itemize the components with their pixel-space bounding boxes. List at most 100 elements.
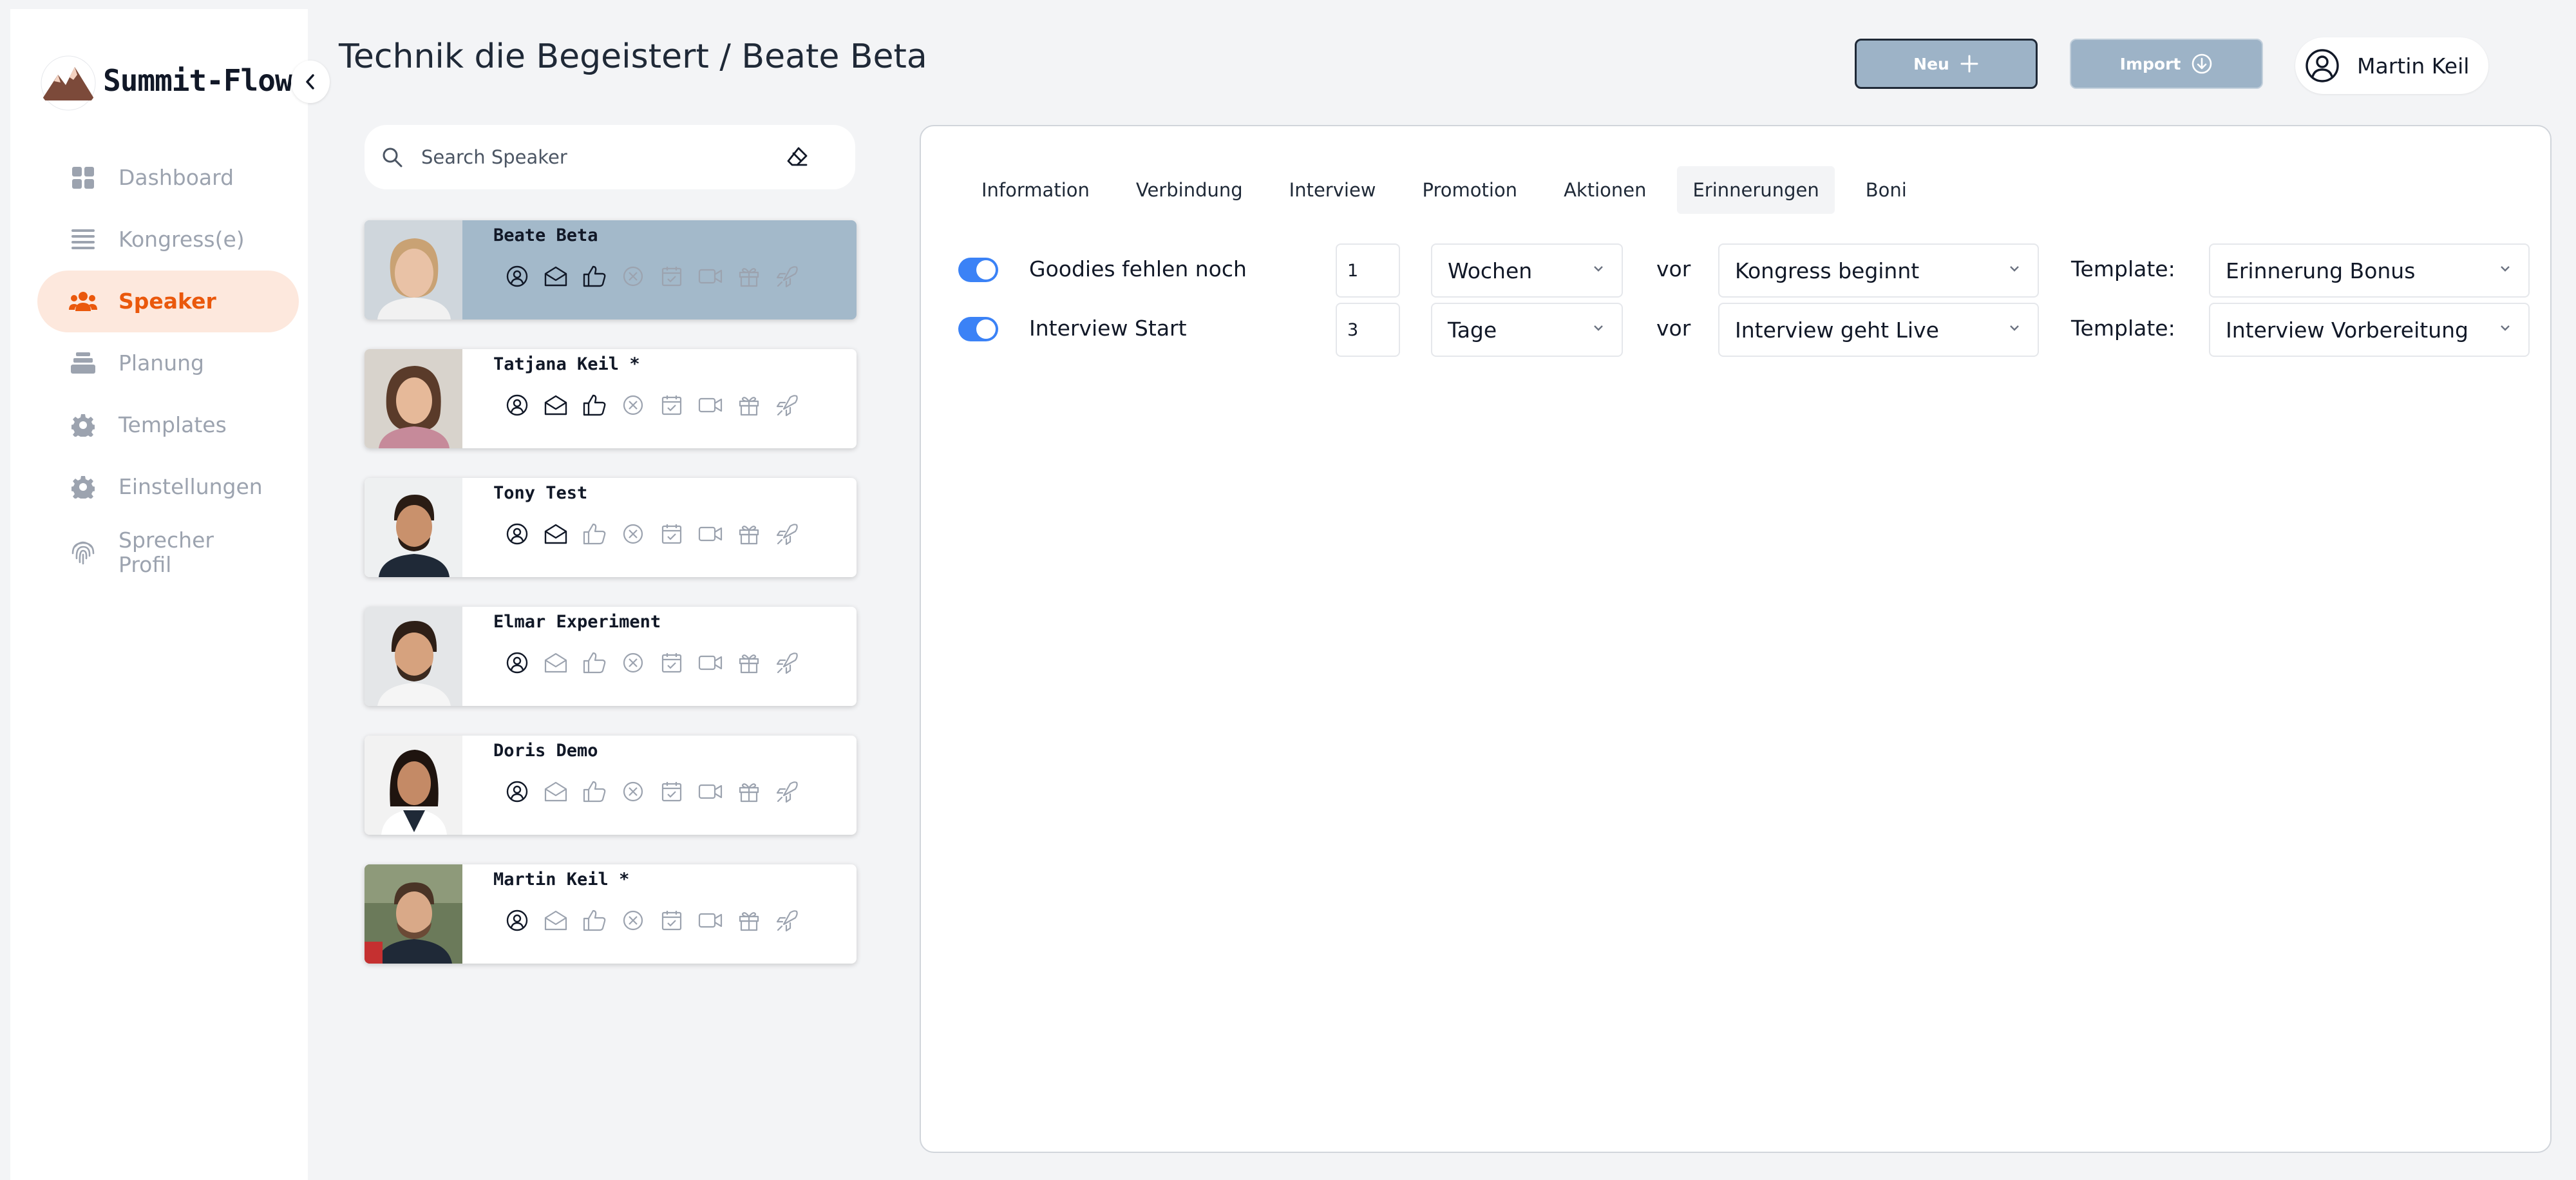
- import-button-label: Import: [2119, 54, 2181, 73]
- gear-icon: [68, 410, 98, 440]
- thumbs-up-icon[interactable]: [582, 779, 607, 804]
- user-circle-icon[interactable]: [505, 522, 529, 546]
- x-circle-icon[interactable]: [621, 264, 645, 289]
- tab-interview[interactable]: Interview: [1274, 166, 1392, 214]
- speaker-card[interactable]: Elmar Experiment: [365, 607, 857, 706]
- amount-input[interactable]: 3: [1336, 303, 1400, 357]
- gift-icon[interactable]: [737, 651, 761, 675]
- amount-input[interactable]: 1: [1336, 243, 1400, 298]
- sidebar-item-dashboard[interactable]: Dashboard: [37, 147, 299, 209]
- calendar-check-icon[interactable]: [659, 264, 684, 289]
- unit-select[interactable]: Tage: [1431, 303, 1623, 357]
- calendar-check-icon[interactable]: [659, 651, 684, 675]
- tab-bar: Information Verbindung Interview Promoti…: [966, 166, 1938, 214]
- video-camera-icon[interactable]: [698, 522, 723, 546]
- rocket-icon[interactable]: [775, 908, 800, 933]
- tab-information[interactable]: Information: [966, 166, 1105, 214]
- reminder-name: Interview Start: [1029, 316, 1187, 341]
- collapse-sidebar-button[interactable]: [291, 61, 330, 103]
- x-circle-icon[interactable]: [621, 779, 645, 804]
- speaker-card[interactable]: Tatjana Keil *: [365, 349, 857, 448]
- mail-open-icon[interactable]: [544, 393, 568, 417]
- sidebar-item-einstellungen[interactable]: Einstellungen: [37, 456, 299, 518]
- event-select[interactable]: Interview geht Live: [1718, 303, 2039, 357]
- speaker-card[interactable]: Beate Beta: [365, 220, 857, 319]
- new-button-label: Neu: [1913, 54, 1949, 73]
- calendar-check-icon[interactable]: [659, 393, 684, 417]
- speaker-name: Tony Test: [493, 483, 588, 503]
- video-camera-icon[interactable]: [698, 264, 723, 289]
- video-camera-icon[interactable]: [698, 393, 723, 417]
- rocket-icon[interactable]: [775, 522, 800, 546]
- speaker-card[interactable]: Doris Demo: [365, 736, 857, 835]
- tab-verbindung[interactable]: Verbindung: [1121, 166, 1258, 214]
- rocket-icon[interactable]: [775, 264, 800, 289]
- mail-open-icon[interactable]: [544, 651, 568, 675]
- thumbs-up-icon[interactable]: [582, 651, 607, 675]
- tab-promotion[interactable]: Promotion: [1407, 166, 1533, 214]
- thumbs-up-icon[interactable]: [582, 908, 607, 933]
- rocket-icon[interactable]: [775, 393, 800, 417]
- mail-open-icon[interactable]: [544, 779, 568, 804]
- video-camera-icon[interactable]: [698, 908, 723, 933]
- x-circle-icon[interactable]: [621, 393, 645, 417]
- unit-select-value: Wochen: [1448, 258, 1533, 283]
- thumbs-up-icon[interactable]: [582, 393, 607, 417]
- user-circle-icon[interactable]: [505, 264, 529, 289]
- sidebar-item-planung[interactable]: Planung: [37, 332, 299, 394]
- list-icon: [68, 225, 98, 254]
- avatar: [365, 220, 462, 319]
- video-camera-icon[interactable]: [698, 779, 723, 804]
- relation-label: vor: [1656, 316, 1691, 341]
- sidebar-item-sprecher-profil[interactable]: Sprecher Profil: [37, 518, 299, 594]
- status-icons: [505, 522, 800, 546]
- tab-aktionen[interactable]: Aktionen: [1548, 166, 1662, 214]
- gift-icon[interactable]: [737, 779, 761, 804]
- calendar-check-icon[interactable]: [659, 908, 684, 933]
- user-menu-button[interactable]: Martin Keil: [2295, 37, 2488, 94]
- user-name: Martin Keil: [2357, 53, 2470, 79]
- search-input[interactable]: [421, 146, 782, 168]
- new-button[interactable]: Neu: [1855, 39, 2038, 89]
- sidebar-item-templates[interactable]: Templates: [37, 394, 299, 456]
- rocket-icon[interactable]: [775, 651, 800, 675]
- brand[interactable]: Summit-Flow: [39, 48, 309, 119]
- tab-boni[interactable]: Boni: [1850, 166, 1922, 214]
- thumbs-up-icon[interactable]: [582, 522, 607, 546]
- import-button[interactable]: Import: [2070, 39, 2263, 89]
- avatar: [365, 607, 462, 706]
- sidebar-item-speaker[interactable]: Speaker: [37, 271, 299, 332]
- user-circle-icon[interactable]: [505, 651, 529, 675]
- x-circle-icon[interactable]: [621, 908, 645, 933]
- eraser-icon[interactable]: [786, 146, 809, 171]
- sidebar-item-kongresse[interactable]: Kongress(e): [37, 209, 299, 271]
- thumbs-up-icon[interactable]: [582, 264, 607, 289]
- video-camera-icon[interactable]: [698, 651, 723, 675]
- template-select[interactable]: Erinnerung Bonus: [2209, 243, 2530, 298]
- reminder-toggle[interactable]: [958, 317, 998, 341]
- reminder-toggle[interactable]: [958, 258, 998, 282]
- rocket-icon[interactable]: [775, 779, 800, 804]
- user-circle-icon[interactable]: [505, 393, 529, 417]
- gift-icon[interactable]: [737, 522, 761, 546]
- gift-icon[interactable]: [737, 908, 761, 933]
- mail-open-icon[interactable]: [544, 522, 568, 546]
- mail-open-icon[interactable]: [544, 908, 568, 933]
- x-circle-icon[interactable]: [621, 651, 645, 675]
- speaker-card[interactable]: Martin Keil *: [365, 864, 857, 964]
- calendar-check-icon[interactable]: [659, 779, 684, 804]
- tab-erinnerungen[interactable]: Erinnerungen: [1677, 166, 1835, 214]
- mail-open-icon[interactable]: [544, 264, 568, 289]
- user-circle-icon[interactable]: [505, 779, 529, 804]
- gift-icon[interactable]: [737, 264, 761, 289]
- x-circle-icon[interactable]: [621, 522, 645, 546]
- user-circle-icon[interactable]: [505, 908, 529, 933]
- speaker-card[interactable]: Tony Test: [365, 478, 857, 577]
- template-select[interactable]: Interview Vorbereitung: [2209, 303, 2530, 357]
- relation-label: vor: [1656, 256, 1691, 281]
- speaker-name: Beate Beta: [493, 225, 598, 245]
- event-select[interactable]: Kongress beginnt: [1718, 243, 2039, 298]
- calendar-check-icon[interactable]: [659, 522, 684, 546]
- unit-select[interactable]: Wochen: [1431, 243, 1623, 298]
- gift-icon[interactable]: [737, 393, 761, 417]
